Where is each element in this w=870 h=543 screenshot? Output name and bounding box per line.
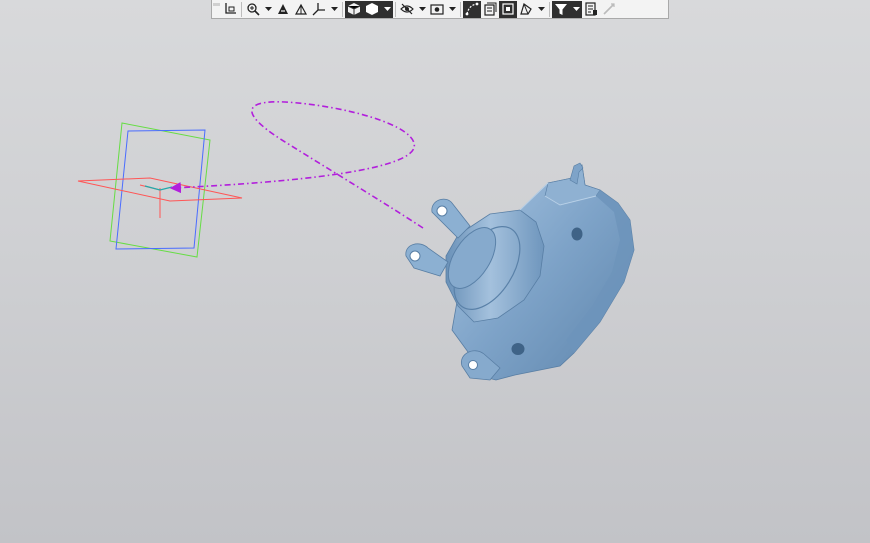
part-body-hole-lower (511, 343, 525, 355)
part-upper-lug-hole (436, 205, 448, 217)
part-upper-lug (431, 198, 471, 239)
part-bottom-lug-hole (468, 360, 478, 370)
trajectory-curve[interactable] (169, 101, 424, 229)
model-scene (77, 101, 635, 381)
axis-lines (139, 184, 161, 218)
axis-y-line (144, 185, 173, 191)
part-left-lug-hole (409, 250, 421, 262)
3d-viewport[interactable] (0, 0, 870, 543)
coordinate-system-planes[interactable] (77, 122, 243, 258)
part-body-hole-upper (571, 227, 583, 241)
part-model[interactable] (405, 162, 635, 381)
